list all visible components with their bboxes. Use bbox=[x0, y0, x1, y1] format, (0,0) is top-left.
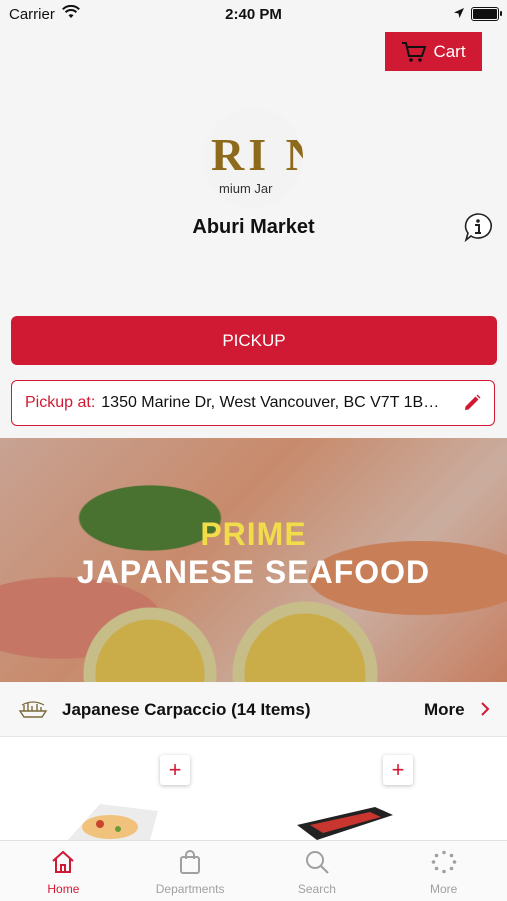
category-header: Japanese Carpaccio (14 Items) More bbox=[0, 683, 507, 737]
product-image[interactable] bbox=[60, 799, 160, 845]
promo-banner[interactable]: PRIME JAPANESE SEAFOOD bbox=[0, 438, 507, 682]
pickup-location-selector[interactable]: Pickup at: 1350 Marine Dr, West Vancouve… bbox=[11, 380, 495, 426]
bag-icon bbox=[177, 850, 203, 882]
sushi-boat-icon bbox=[18, 699, 48, 724]
pickup-address: 1350 Marine Dr, West Vancouver, BC V7T 1… bbox=[101, 394, 440, 411]
product-carousel: + + bbox=[0, 737, 507, 840]
home-icon bbox=[50, 850, 76, 882]
location-arrow-icon bbox=[453, 6, 465, 23]
store-info-icon[interactable] bbox=[463, 212, 493, 243]
tab-home-label: Home bbox=[47, 882, 80, 896]
edit-pencil-icon[interactable] bbox=[462, 393, 482, 418]
cart-label: Cart bbox=[433, 41, 466, 61]
logo-text-large: RI N bbox=[211, 129, 303, 180]
product-image[interactable] bbox=[295, 805, 395, 845]
add-to-cart-button[interactable]: + bbox=[383, 755, 413, 785]
tab-departments-label: Departments bbox=[155, 882, 225, 896]
store-logo: RI N mium Jar bbox=[203, 108, 303, 208]
cart-icon bbox=[401, 41, 427, 63]
pickup-mode-button[interactable]: PICKUP bbox=[11, 316, 497, 365]
more-dots-icon bbox=[431, 850, 457, 882]
tab-more[interactable]: More bbox=[380, 841, 507, 901]
tab-bar: Home Departments Search More bbox=[0, 840, 507, 901]
tab-search[interactable]: Search bbox=[254, 841, 381, 901]
category-more-link[interactable]: More bbox=[424, 700, 465, 720]
tab-search-label: Search bbox=[297, 882, 336, 896]
chevron-right-icon[interactable] bbox=[479, 701, 491, 722]
banner-line2: JAPANESE SEAFOOD bbox=[76, 554, 431, 590]
search-icon bbox=[304, 850, 330, 882]
tab-home[interactable]: Home bbox=[0, 841, 127, 901]
add-to-cart-button[interactable]: + bbox=[160, 755, 190, 785]
logo-text-small: mium Jar bbox=[219, 181, 273, 196]
tab-more-label: More bbox=[429, 882, 458, 896]
battery-icon bbox=[471, 7, 502, 21]
category-title: Japanese Carpaccio (14 Items) bbox=[62, 700, 311, 719]
cart-button[interactable]: Cart bbox=[385, 32, 482, 71]
banner-line1: PRIME bbox=[200, 516, 307, 552]
clock: 2:40 PM bbox=[225, 6, 282, 23]
tab-departments[interactable]: Departments bbox=[127, 841, 254, 901]
pickup-at-label: Pickup at: bbox=[25, 394, 96, 411]
status-bar: Carrier 2:40 PM bbox=[0, 0, 507, 28]
store-name: Aburi Market bbox=[192, 216, 315, 238]
